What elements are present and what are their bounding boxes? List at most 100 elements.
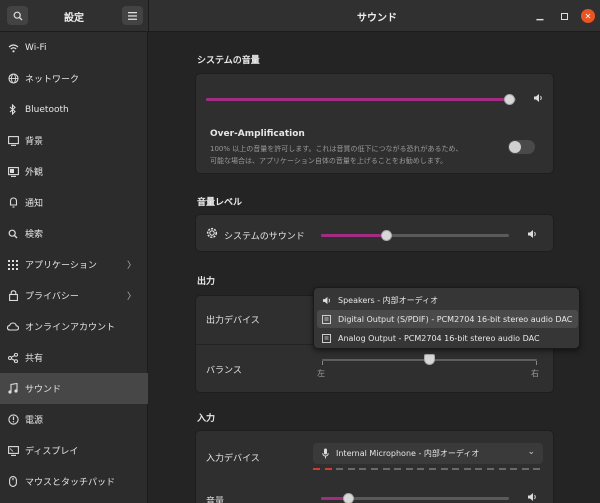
speaker-icon [527, 492, 538, 503]
gear-icon [205, 226, 219, 243]
over-amplification-switch[interactable] [508, 140, 535, 154]
input-device-dropdown[interactable]: Internal Microphone - 内部オーディオ ⌄ [313, 443, 543, 464]
output-device-option[interactable]: Speakers - 内部オーディオ [317, 291, 578, 309]
power-icon [7, 414, 19, 426]
over-amplification-desc-1: 100% 以上の音量を許可します。これは音質の低下につながる恐れがあるため、 [210, 145, 463, 153]
output-device-option-label: Analog Output - PCM2704 16-bit stereo au… [338, 333, 540, 343]
sidebar: Wi-Fi ネットワーク Bluetooth 背景 外観 通知 検索 アプリケー… [0, 32, 148, 503]
sidebar-item-network[interactable]: ネットワーク [0, 63, 148, 94]
level-meter-segment [313, 468, 320, 470]
output-device-label: 出力デバイス [206, 316, 260, 326]
wifi-icon [7, 42, 19, 54]
sidebar-item-label: Wi-Fi [25, 42, 47, 53]
notification-icon [7, 197, 19, 209]
settings-title: 設定 [64, 13, 84, 24]
sidebar-item-search[interactable]: 検索 [0, 218, 148, 249]
level-meter-segment [487, 468, 494, 470]
privacy-icon [7, 290, 19, 302]
balance-tick [536, 361, 537, 365]
close-button[interactable]: ✕ [581, 9, 595, 23]
content-header: サウンド ▁ ✕ [148, 0, 600, 32]
menu-button[interactable] [122, 6, 143, 25]
system-sound-slider[interactable] [321, 230, 509, 241]
sidebar-item-label: アプリケーション [25, 261, 97, 271]
output-device-option[interactable]: Analog Output - PCM2704 16-bit stereo au… [317, 329, 578, 347]
bluetooth-icon [7, 104, 19, 116]
maximize-icon [560, 12, 568, 20]
search-icon [7, 228, 19, 240]
output-device-option-label: Digital Output (S/PDIF) - PCM2704 16-bit… [338, 314, 573, 324]
balance-slider[interactable] [322, 354, 537, 365]
balance-tick [322, 361, 323, 365]
sidebar-item-display[interactable]: ディスプレイ [0, 435, 148, 466]
sidebar-item-notifications[interactable]: 通知 [0, 187, 148, 218]
level-meter-segment [347, 468, 355, 470]
minimize-button[interactable]: ▁ [533, 9, 547, 23]
sidebar-item-label: 外観 [25, 168, 44, 178]
chevron-right-icon: 〉 [126, 292, 136, 302]
output-heading: 出力 [197, 277, 216, 287]
sidebar-item-online-accounts[interactable]: オンラインアカウント [0, 311, 148, 342]
input-volume-knob[interactable] [343, 493, 354, 503]
output-device-option[interactable]: Digital Output (S/PDIF) - PCM2704 16-bit… [317, 310, 578, 328]
volume-levels-heading: 音量レベル [197, 198, 243, 208]
hamburger-icon [128, 11, 137, 20]
level-meter-segment [533, 468, 541, 470]
output-device-option-label: Speakers - 内部オーディオ [338, 295, 439, 305]
search-icon [13, 11, 22, 20]
sidebar-item-sharing[interactable]: 共有 [0, 342, 148, 373]
system-sound-label: システムのサウンド [224, 232, 305, 242]
speaker-icon [322, 296, 332, 305]
maximize-button[interactable] [557, 9, 571, 23]
speaker-icon [533, 93, 544, 106]
sidebar-header: 設定 [0, 0, 148, 32]
system-volume-slider[interactable] [206, 94, 516, 105]
level-meter-segment [440, 468, 448, 470]
sidebar-item-appearance[interactable]: 外観 [0, 156, 148, 187]
level-meter-segment [429, 468, 436, 470]
sidebar-item-wifi[interactable]: Wi-Fi [0, 32, 148, 63]
system-sound-knob[interactable] [381, 230, 392, 241]
sidebar-item-background[interactable]: 背景 [0, 125, 148, 156]
level-meter-segment [521, 468, 529, 470]
input-device-label: 入力デバイス [206, 454, 260, 464]
sidebar-item-label: 電源 [25, 416, 44, 426]
over-amplification-title: Over-Amplification [210, 129, 305, 139]
system-volume-knob[interactable] [504, 94, 515, 105]
sidebar-item-label: 通知 [25, 199, 44, 209]
input-card: 入力デバイス 音量 [195, 430, 554, 503]
balance-right-label: 右 [531, 369, 539, 378]
sidebar-item-label: サウンド [25, 385, 62, 395]
sidebar-item-bluetooth[interactable]: Bluetooth [0, 94, 148, 125]
level-meter-segment [463, 468, 471, 470]
sidebar-item-label: Bluetooth [25, 104, 69, 115]
level-meter-segment [371, 468, 378, 470]
balance-knob[interactable] [424, 354, 435, 365]
sidebar-item-sound[interactable]: サウンド [0, 373, 148, 404]
balance-left-label: 左 [317, 369, 325, 378]
sidebar-item-mouse-touchpad[interactable]: マウスとタッチパッド [0, 466, 148, 497]
level-meter-segment [475, 468, 483, 470]
sidebar-item-privacy[interactable]: プライバシー 〉 [0, 280, 148, 311]
sidebar-item-applications[interactable]: アプリケーション 〉 [0, 249, 148, 280]
sidebar-item-power[interactable]: 電源 [0, 404, 148, 435]
volume-levels-card: システムのサウンド [195, 214, 554, 252]
apps-icon [7, 259, 19, 271]
input-volume-label: 音量 [206, 497, 225, 503]
sidebar-item-label: プライバシー [25, 292, 79, 302]
level-meter-segment [510, 468, 518, 470]
system-volume-card: Over-Amplification 100% 以上の音量を許可します。これは音… [195, 73, 554, 174]
page-title: サウンド [357, 13, 397, 24]
input-volume-slider[interactable] [321, 493, 509, 503]
sidebar-item-label: ネットワーク [25, 75, 80, 85]
sidebar-item-label: ディスプレイ [25, 447, 79, 457]
cloud-icon [7, 321, 19, 333]
level-meter-segment [324, 468, 332, 470]
sidebar-item-label: 検索 [25, 230, 44, 240]
level-meter-segment [336, 468, 344, 470]
search-button[interactable] [7, 6, 28, 25]
input-heading: 入力 [197, 414, 216, 424]
sidebar-item-label: 共有 [25, 354, 44, 364]
close-icon: ✕ [584, 11, 592, 21]
system-sound-fill [321, 234, 387, 237]
